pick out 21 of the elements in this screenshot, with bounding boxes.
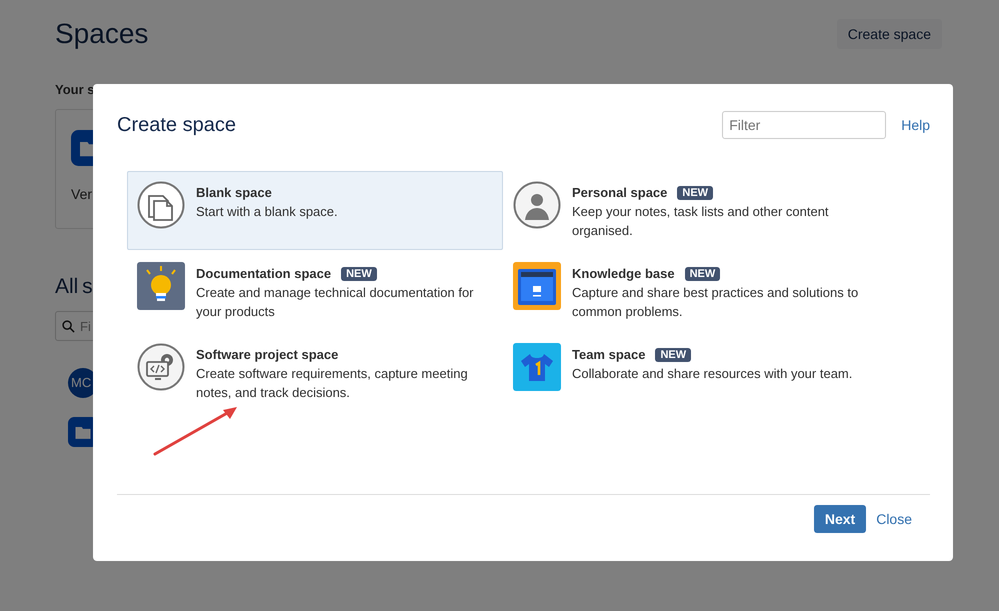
dialog-title: Create space	[117, 114, 236, 136]
template-title: Software project space	[196, 347, 338, 362]
template-description: Create and manage technical documentation for your products	[196, 284, 475, 321]
new-badge: NEW	[341, 266, 377, 280]
new-badge: NEW	[655, 348, 692, 362]
new-badge: NEW	[677, 186, 714, 200]
page-title: Spaces	[55, 18, 148, 50]
template-title: Team space	[572, 347, 646, 362]
search-placeholder: Fi	[80, 318, 91, 334]
template-title: Documentation space	[196, 266, 332, 281]
section-title: All s	[55, 275, 93, 299]
template-title: Personal space	[572, 185, 668, 200]
template-description: Start with a blank space.	[196, 203, 338, 221]
template-description: Create software requirements, capture meeting notes, and track decisions.	[196, 365, 469, 402]
space-name: Ver	[71, 186, 92, 202]
new-badge: NEW	[684, 266, 720, 280]
template-description: Capture and share best practices and solutions to common problems.	[572, 284, 860, 321]
template-title: Knowledge base	[572, 266, 675, 281]
template-title: Blank space	[196, 185, 272, 200]
template-description: Collaborate and share resources with your team.	[572, 365, 852, 383]
template-description: Keep your notes, task lists and other content organised.	[572, 203, 830, 240]
